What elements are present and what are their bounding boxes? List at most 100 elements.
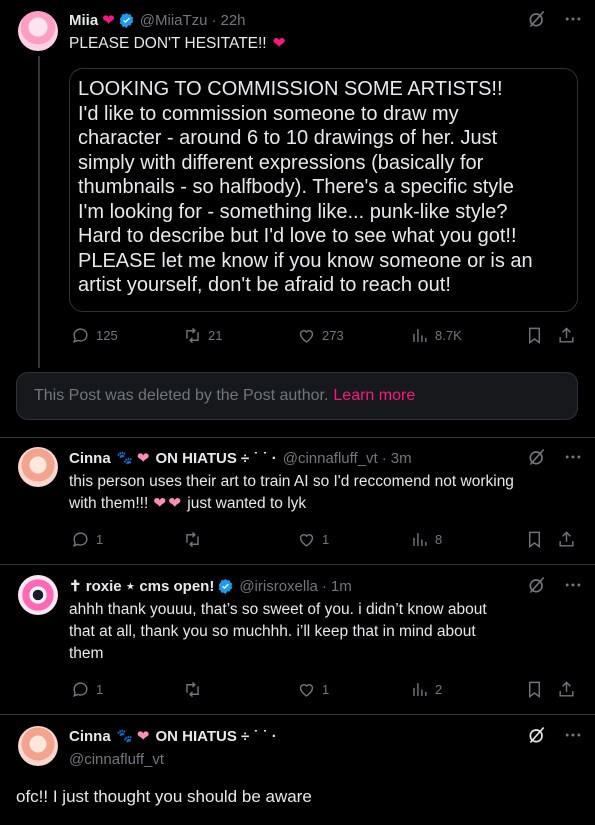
display-name[interactable]: Miia (69, 12, 98, 29)
post1-text: PLEASE DON'T HESITATE!! ❤ (69, 33, 286, 55)
avatar-miia[interactable] (18, 11, 58, 51)
share-button[interactable] (557, 326, 576, 345)
separator-dot: · (211, 11, 217, 29)
reply-count: 1 (96, 532, 104, 547)
divider (0, 564, 595, 565)
views-count: 8.7K (435, 328, 462, 343)
display-name-suffix: ON HIATUS ÷ ˙ ˙ · (155, 449, 277, 467)
like-icon (299, 684, 314, 697)
quoted-post-text: LOOKING TO COMMISSION SOME ARTISTS!! I'd… (78, 77, 569, 298)
more-icon[interactable] (563, 725, 583, 745)
display-name[interactable]: Cinna (69, 728, 111, 745)
handle[interactable]: @cinnafluff_vt (283, 450, 378, 467)
reply-count: 125 (96, 328, 118, 343)
post2-line: this person uses their art to train AI s… (69, 473, 514, 490)
display-name-suffix: ON HIATUS ÷ ˙ ˙ · (155, 727, 277, 745)
deleted-post-notice: This Post was deleted by the Post author… (16, 372, 578, 420)
avatar-cinna[interactable] (18, 447, 58, 487)
share-icon (559, 327, 574, 343)
heart-icon: ❤ (136, 450, 150, 467)
post3-text: ahhh thank youuu, that’s so sweet of you… (69, 599, 584, 665)
like-button[interactable]: 273 (297, 326, 344, 345)
thread-line (38, 56, 40, 368)
reply-icon (73, 682, 88, 698)
display-name[interactable]: ✝ roxie ⋆ cms open! (69, 577, 214, 595)
views-button[interactable]: 8.7K (410, 326, 462, 345)
post3-top-actions (527, 575, 583, 595)
more-icon[interactable] (563, 9, 583, 29)
reply-button[interactable]: 1 (71, 680, 103, 699)
repost-button[interactable] (183, 680, 202, 699)
repost-icon (186, 531, 199, 548)
heart-icon: ❤ (168, 495, 182, 512)
bookmark-button[interactable] (525, 326, 544, 345)
handle[interactable]: @MiiaTzu (140, 12, 208, 29)
quoted-post-card[interactable]: LOOKING TO COMMISSION SOME ARTISTS!! I'd… (69, 68, 578, 312)
views-button[interactable]: 2 (410, 680, 442, 699)
repost-count: 21 (208, 328, 223, 343)
bookmark-icon (529, 681, 540, 699)
timestamp[interactable]: 1m (331, 578, 352, 595)
share-icon (559, 531, 574, 547)
divider (0, 437, 595, 438)
divider (0, 714, 595, 715)
repost-icon (186, 327, 199, 344)
like-count: 273 (322, 328, 344, 343)
timestamp[interactable]: 22h (221, 12, 246, 29)
paw-icon: 🐾 (116, 728, 133, 743)
quote-line: simply with different expressions (basic… (78, 151, 484, 174)
avatar-cinna[interactable] (18, 726, 58, 766)
repost-button[interactable]: 21 (183, 326, 222, 345)
quote-line: LOOKING TO COMMISSION SOME ARTISTS!! (78, 78, 503, 100)
views-icon (413, 533, 427, 546)
learn-more-link[interactable]: Learn more (333, 387, 415, 405)
quote-line: I'm looking for - something like... punk… (78, 200, 508, 223)
post1-header: Miia ❤ @MiiaTzu · 22h (69, 9, 246, 31)
bookmark-button[interactable] (525, 530, 544, 549)
post1-text-content: PLEASE DON'T HESITATE!! (69, 35, 267, 52)
like-icon (299, 330, 314, 343)
grok-icon[interactable] (527, 575, 547, 595)
views-count: 8 (435, 532, 443, 547)
like-icon (299, 534, 314, 547)
like-count: 1 (322, 532, 330, 547)
handle[interactable]: @cinnafluff_vt (69, 751, 164, 768)
more-icon[interactable] (563, 575, 583, 595)
post2-header: Cinna 🐾 ❤ ON HIATUS ÷ ˙ ˙ · @cinnafluff_… (69, 447, 412, 469)
repost-button[interactable] (183, 530, 202, 549)
heart-icon: ❤ (102, 12, 115, 29)
quote-line: artist yourself, don't be afraid to reac… (78, 274, 451, 296)
quote-line: character - around 6 to 10 drawings of h… (78, 127, 498, 149)
verified-icon (118, 12, 135, 29)
post2-text: this person uses their art to train AI s… (69, 471, 584, 515)
share-icon (559, 681, 574, 697)
separator-dot: · (321, 577, 327, 595)
grok-icon[interactable] (527, 9, 547, 29)
display-name[interactable]: Cinna (69, 450, 111, 467)
more-icon[interactable] (563, 447, 583, 467)
share-button[interactable] (557, 530, 576, 549)
reply-count: 1 (96, 682, 104, 697)
quote-line: I'd like to commission someone to draw m… (78, 102, 459, 125)
post1-top-actions (527, 9, 583, 29)
like-button[interactable]: 1 (297, 530, 329, 549)
paw-icon: 🐾 (116, 450, 133, 465)
deleted-notice-text: This Post was deleted by the Post author… (34, 387, 329, 404)
heart-icon: ❤ (153, 495, 167, 512)
bookmark-button[interactable] (525, 680, 544, 699)
timestamp[interactable]: 3m (391, 450, 412, 467)
like-button[interactable]: 1 (297, 680, 329, 699)
share-button[interactable] (557, 680, 576, 699)
grok-icon[interactable] (527, 447, 547, 467)
reply-button[interactable]: 1 (71, 530, 103, 549)
avatar-roxie[interactable] (18, 575, 58, 615)
separator-dot: · (381, 449, 387, 467)
views-button[interactable]: 8 (410, 530, 442, 549)
grok-icon[interactable] (527, 725, 547, 745)
post3-line: that at all, thank you so muchhh. i’ll k… (69, 623, 476, 640)
reply-button[interactable]: 125 (71, 326, 118, 345)
post4-handle-row: @cinnafluff_vt (69, 748, 164, 770)
post4-top-actions (527, 725, 583, 745)
handle[interactable]: @irisroxella (239, 578, 318, 595)
quote-line: PLEASE let me know if you know someone o… (78, 249, 533, 272)
